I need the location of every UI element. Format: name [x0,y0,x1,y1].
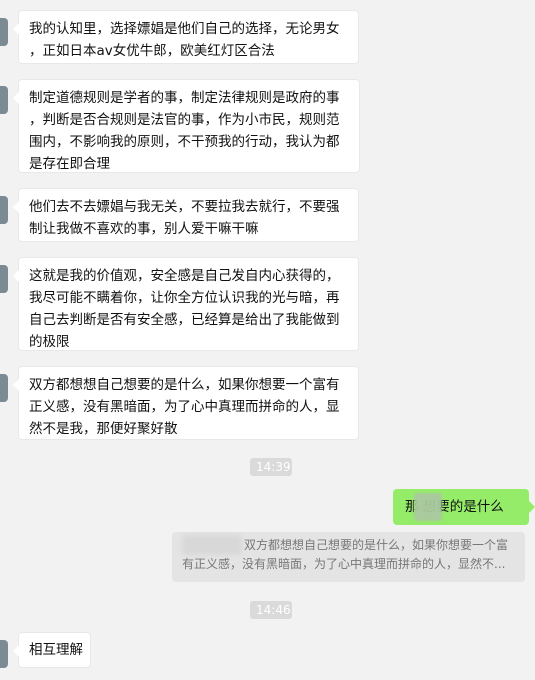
message-bubble[interactable]: 这就是我的价值观，安全感是自己发自内心获得的， 我尽可能不瞒着你，让你全方位认识… [13,257,359,351]
avatar[interactable] [0,374,8,402]
redaction-mask [414,493,442,521]
avatar[interactable] [0,265,8,293]
quote-line: 有正义感，没有黑暗面，为了心中真理而拼命的人，显然不... [182,557,506,571]
message-line: 正义感，没有黑暗面，为了心中真理而拼命的人，显 [29,399,340,415]
message-line: ，正如日本av女优牛郎，欧美红灯区合法 [29,43,275,59]
message-line: 制定道德规则是学者的事，制定法律规则是政府的事 [29,90,340,106]
avatar[interactable] [0,18,8,46]
message-bubble[interactable]: 制定道德规则是学者的事，制定法律规则是政府的事 ，判断是否合规则是法官的事，作为… [13,79,360,173]
message-line: 我尽可能不瞒着你，让你全方位认识我的光与暗，再 [29,290,340,306]
message-line: 然不是我，那便好聚好散 [29,421,178,437]
avatar[interactable] [0,86,8,114]
avatar[interactable] [0,640,8,668]
message-line: 这就是我的价值观，安全感是自己发自内心获得的， [29,268,340,284]
timestamp: 14:39 [250,458,292,476]
message-bubble[interactable]: 我的认知里，选择嫖娼是他们自己的选择，无论男女 ，正如日本av女优牛郎，欧美红灯… [13,10,359,64]
timestamp: 14:46 [250,601,292,619]
message-line: 我的认知里，选择嫖娼是他们自己的选择，无论男女 [29,21,340,37]
message-bubble[interactable]: 双方都想想自己想要的是什么，如果你想要一个富有 正义感，没有黑暗面，为了心中真理… [13,366,359,440]
message-line: 的极限 [29,334,70,350]
message-bubble[interactable]: 相互理解 [13,632,91,668]
message-line: 他们去不去嫖娼与我无关，不要拉我去就行，不要强 [29,199,340,215]
message-line: 围内，不影响我的原则，不干预我的行动，我认为都 [29,134,340,150]
message-bubble[interactable]: 他们去不去嫖娼与我无关，不要拉我去就行，不要强 制让我做不喜欢的事，别人爱干嘛干… [13,188,359,242]
chat-window: 我的认知里，选择嫖娼是他们自己的选择，无论男女 ，正如日本av女优牛郎，欧美红灯… [0,0,535,680]
message-line: ，判断是否合规则是法官的事，作为小市民，规则范 [29,112,340,128]
message-line: 制让我做不喜欢的事，别人爱干嘛干嘛 [29,221,259,237]
redaction-mask [182,535,242,555]
message-line: 双方都想想自己想要的是什么，如果你想要一个富有 [29,377,340,393]
avatar[interactable] [0,196,8,224]
message-line: 相互理解 [29,642,83,658]
message-line: 是存在即合理 [29,156,110,172]
message-line: 自己去判断是否有安全感，已经算是给出了我能做到 [29,312,340,328]
